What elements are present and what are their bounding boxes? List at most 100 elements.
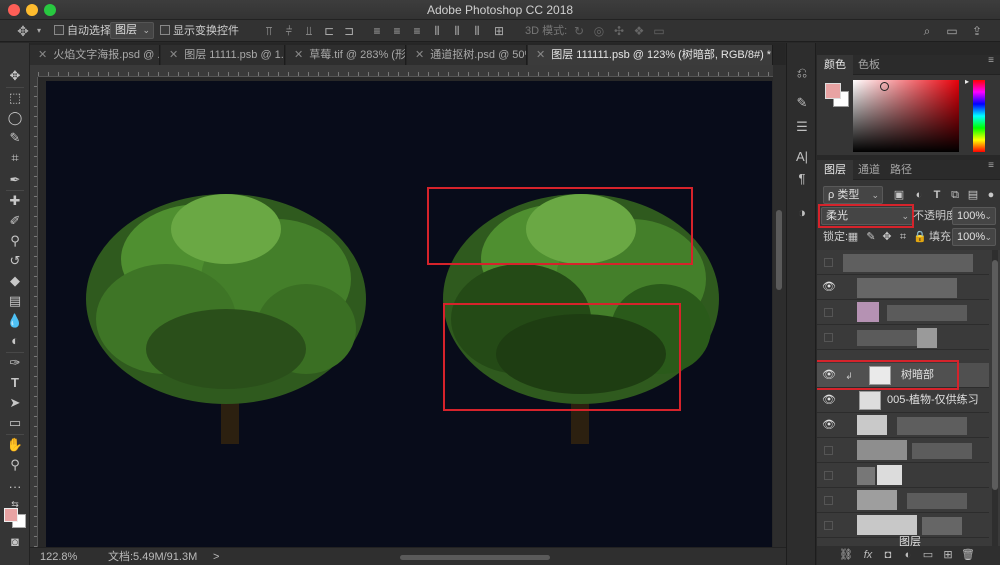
distribute-top-icon[interactable]: ≡: [370, 24, 384, 38]
tab-swatches[interactable]: 色板: [851, 55, 887, 75]
move-tool-icon[interactable]: ✥: [16, 24, 30, 38]
visibility-toggle[interactable]: [824, 333, 833, 342]
link-layers-icon[interactable]: ⛓: [839, 548, 853, 562]
brush-settings-icon[interactable]: ✎: [794, 95, 810, 111]
lock-transparent-icon[interactable]: ▦: [847, 230, 859, 244]
distribute-bottom-icon[interactable]: ≡: [410, 24, 424, 38]
3d-roll-icon[interactable]: ◎: [592, 24, 606, 38]
3d-rotate-icon[interactable]: ↻: [572, 24, 586, 38]
visibility-toggle[interactable]: [824, 496, 833, 505]
tab-layers[interactable]: 图层: [817, 160, 853, 180]
styles-panel-icon[interactable]: ◑: [794, 205, 810, 221]
align-top-icon[interactable]: ⫪: [262, 24, 276, 38]
distribute-vcenter-icon[interactable]: ≡: [390, 24, 404, 38]
panel-menu-icon[interactable]: ≡: [988, 161, 994, 171]
align-hcenter-icon[interactable]: ⊐: [342, 24, 356, 38]
eye-icon[interactable]: 👁: [822, 281, 836, 293]
delete-layer-icon[interactable]: 🗑: [961, 548, 975, 562]
filter-adjustment-icon[interactable]: ◐: [913, 188, 925, 202]
history-panel-icon[interactable]: ⎌: [794, 65, 810, 81]
distribute-right-icon[interactable]: ⦀: [470, 24, 484, 38]
vertical-ruler[interactable]: [30, 77, 38, 547]
auto-select-target-dropdown[interactable]: 图层 ⌄: [110, 22, 154, 39]
adjustment-layer-icon[interactable]: ◐: [901, 548, 915, 562]
filter-shape-icon[interactable]: ⧉: [949, 188, 961, 202]
eye-icon[interactable]: 👁: [822, 419, 836, 431]
crop-tool-icon[interactable]: ⌗: [5, 149, 25, 167]
canvas-workspace[interactable]: [38, 77, 773, 547]
eyedropper-tool-icon[interactable]: ✒: [5, 171, 25, 189]
scroll-thumb[interactable]: [992, 260, 998, 490]
path-select-tool-icon[interactable]: ➤: [5, 394, 25, 412]
3d-pan-icon[interactable]: ✣: [612, 24, 626, 38]
new-layer-icon[interactable]: ⊞: [941, 548, 955, 562]
character-panel-icon[interactable]: A|: [794, 149, 810, 165]
3d-slide-icon[interactable]: ❖: [632, 24, 646, 38]
layer-row[interactable]: 👁: [817, 413, 989, 438]
close-icon[interactable]: ✕: [169, 49, 178, 61]
pen-tool-icon[interactable]: ✑: [5, 354, 25, 372]
foreground-color-swatch[interactable]: [4, 508, 18, 522]
lock-all-icon[interactable]: 🔒: [913, 230, 927, 244]
move-tool-icon[interactable]: ✥: [5, 67, 25, 85]
panel-menu-icon[interactable]: ≡: [988, 56, 994, 66]
visibility-toggle[interactable]: [824, 471, 833, 480]
history-brush-tool-icon[interactable]: ↺: [5, 252, 25, 270]
eraser-tool-icon[interactable]: ◆: [5, 272, 25, 290]
filter-toggle-icon[interactable]: ●: [985, 188, 997, 202]
tab-channels[interactable]: 通道: [851, 160, 887, 180]
rectangle-tool-icon[interactable]: ▭: [5, 414, 25, 432]
filter-type-icon[interactable]: T: [931, 188, 943, 202]
quick-select-tool-icon[interactable]: ✎: [5, 129, 25, 147]
layer-row[interactable]: [817, 325, 989, 350]
align-bottom-icon[interactable]: ⫫: [302, 24, 316, 38]
zoom-level[interactable]: 122.8%: [40, 548, 77, 565]
more-tools-icon[interactable]: ···: [5, 478, 25, 496]
close-icon[interactable]: ✕: [415, 49, 424, 61]
status-menu-arrow[interactable]: >: [213, 548, 219, 565]
document-canvas[interactable]: [46, 81, 772, 547]
close-icon[interactable]: ✕: [536, 49, 545, 61]
distribute-left-icon[interactable]: ⦀: [430, 24, 444, 38]
tab-document-4[interactable]: ✕ 通道抠树.psd @ 50%...: [407, 45, 527, 65]
quick-mask-icon[interactable]: ◙: [5, 533, 25, 551]
3d-scale-icon[interactable]: ▭: [652, 24, 666, 38]
layer-style-icon[interactable]: fx: [861, 548, 875, 562]
layer-row[interactable]: [817, 300, 989, 325]
auto-align-icon[interactable]: ⊞: [492, 24, 506, 38]
tool-preset-chevron-icon[interactable]: ▾: [32, 24, 46, 38]
search-icon[interactable]: ⌕: [920, 24, 934, 38]
color-panel-foreground-swatch[interactable]: [825, 83, 841, 99]
gradient-tool-icon[interactable]: ▤: [5, 292, 25, 310]
hue-slider[interactable]: [973, 80, 985, 152]
tab-document-active[interactable]: ✕ 图层 111111.psb @ 123% (树暗部, RGB/8#) *: [528, 45, 773, 65]
distribute-hcenter-icon[interactable]: ⦀: [450, 24, 464, 38]
layer-thumbnail[interactable]: [859, 391, 881, 410]
filter-smart-object-icon[interactable]: ▤: [967, 188, 979, 202]
fill-input[interactable]: 100% ⌄: [952, 228, 996, 246]
visibility-toggle[interactable]: [824, 521, 833, 530]
paragraph-panel-icon[interactable]: ¶: [794, 171, 810, 187]
show-transform-checkbox[interactable]: [160, 25, 170, 35]
workspace-icon[interactable]: ▭: [945, 24, 959, 38]
tab-document-3[interactable]: ✕ 草莓.tif @ 283% (形...: [286, 45, 406, 65]
brush-tool-icon[interactable]: ✐: [5, 212, 25, 230]
adjustments-icon[interactable]: ☰: [794, 119, 810, 135]
marquee-tool-icon[interactable]: ⬚: [5, 89, 25, 107]
align-left-icon[interactable]: ⊏: [322, 24, 336, 38]
layer-row[interactable]: [817, 250, 989, 275]
layer-row[interactable]: [817, 438, 989, 463]
tab-color[interactable]: 颜色: [817, 55, 853, 75]
layer-row[interactable]: [817, 488, 989, 513]
type-tool-icon[interactable]: T: [5, 374, 25, 392]
tab-paths[interactable]: 路径: [883, 160, 919, 180]
zoom-tool-icon[interactable]: ⚲: [5, 456, 25, 474]
blur-tool-icon[interactable]: 💧: [5, 312, 25, 330]
add-mask-icon[interactable]: ◘: [881, 548, 895, 562]
lasso-tool-icon[interactable]: ◯: [5, 109, 25, 127]
dodge-tool-icon[interactable]: ◐: [5, 332, 25, 350]
tab-document-2[interactable]: ✕ 图层 11111.psb @ 1...: [161, 45, 285, 65]
layer-row[interactable]: [817, 463, 989, 488]
lock-artboard-icon[interactable]: ⌗: [897, 230, 909, 244]
eye-icon[interactable]: 👁: [822, 394, 836, 406]
